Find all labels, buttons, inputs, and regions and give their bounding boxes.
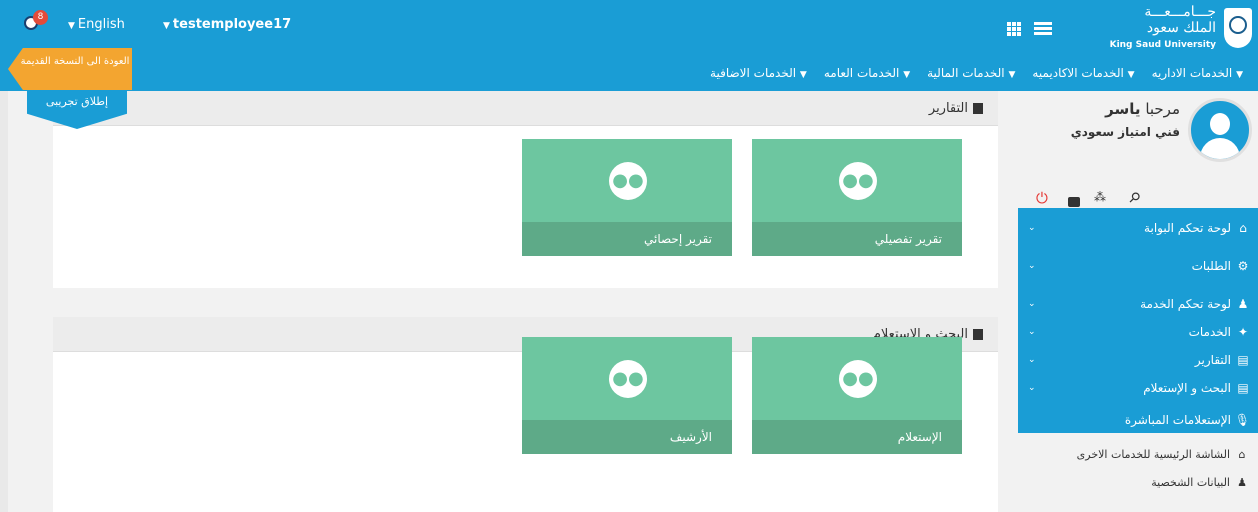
chevron-down-icon: ⌄ bbox=[1028, 383, 1036, 393]
chevron-down-icon: ⌄ bbox=[1028, 355, 1036, 365]
top-header: 8 ▼ English ▼ testemployee17 جـــامـــعـــ… bbox=[0, 0, 1258, 91]
hierarchy-icon[interactable]: ⁂ bbox=[1094, 190, 1106, 204]
sidebar-item-live-inquiries[interactable]: 🎙الإستعلامات المباشرة bbox=[1018, 406, 1258, 434]
wrench-icon: ✦ bbox=[1237, 325, 1249, 339]
main-content: التقارير ●● تقرير تفصيلي ●● تقرير إحصائي… bbox=[8, 91, 998, 512]
tile-label: تقرير تفصيلي bbox=[752, 222, 962, 256]
notification-count-badge: 8 bbox=[33, 10, 48, 25]
caret-down-icon: ▼ bbox=[68, 21, 75, 31]
tile-archive[interactable]: ●● الأرشيف bbox=[522, 337, 732, 454]
logo-english-text: King Saud University bbox=[1109, 40, 1216, 50]
sidebar-item-search-inquiry[interactable]: ▤البحث و الإستعلام ⌄ bbox=[1018, 374, 1258, 402]
users-icon: ●● bbox=[609, 162, 647, 200]
sidebar-item-reports[interactable]: ▤التقارير ⌄ bbox=[1018, 346, 1258, 374]
gears-icon: ⚙ bbox=[1237, 259, 1249, 273]
home-icon: ⌂ bbox=[1238, 448, 1246, 461]
logo-arabic-text: جـــامـــعـــة الملك سعود bbox=[1144, 4, 1216, 36]
users-icon: ●● bbox=[609, 360, 647, 398]
old-version-button[interactable]: العودة الى النسخة القديمة bbox=[8, 48, 132, 90]
reports-panel: التقارير ●● تقرير تفصيلي ●● تقرير إحصائي bbox=[53, 91, 998, 288]
tile-label: تقرير إحصائي bbox=[522, 222, 732, 256]
caret-down-icon: ▼ bbox=[163, 21, 170, 31]
greeting: مرحبا ياسر bbox=[1055, 100, 1180, 118]
nav-financial-services[interactable]: الخدمات المالية ▼ bbox=[927, 66, 1018, 80]
home-icon: ⌂ bbox=[1239, 221, 1247, 235]
document-icon: ▤ bbox=[1237, 353, 1249, 367]
sidebar-item-service-dashboard[interactable]: ♟لوحة تحكم الخدمة ⌄ bbox=[1018, 290, 1258, 318]
username-label: testemployee17 bbox=[172, 17, 292, 32]
tile-statistical-report[interactable]: ●● تقرير إحصائي bbox=[522, 139, 732, 256]
sidebar-sub-other-services-home[interactable]: ⌂الشاشة الرئيسية للخدمات الاخرى bbox=[1018, 442, 1258, 468]
nav-academic-services[interactable]: الخدمات الاكاديميه ▼ bbox=[1032, 66, 1137, 80]
chevron-down-icon: ⌄ bbox=[1028, 299, 1036, 309]
university-crest-icon bbox=[1224, 8, 1252, 48]
main-navigation: الخدمات الاداريه ▼ الخدمات الاكاديميه ▼ … bbox=[710, 66, 1246, 80]
nav-general-services[interactable]: الخدمات العامه ▼ bbox=[824, 66, 913, 80]
microphone-icon: 🎙 bbox=[1234, 413, 1250, 427]
chevron-down-icon: ⌄ bbox=[1028, 223, 1036, 233]
avatar bbox=[1188, 98, 1252, 162]
user-dropdown[interactable]: ▼ testemployee17 bbox=[163, 17, 291, 32]
nav-admin-services[interactable]: الخدمات الاداريه ▼ bbox=[1152, 66, 1246, 80]
chevron-down-icon: ⌄ bbox=[1028, 327, 1036, 337]
language-label: English bbox=[77, 17, 125, 32]
user-name: ياسر bbox=[1105, 100, 1141, 118]
reports-title: التقارير bbox=[928, 101, 968, 116]
hamburger-menu-icon[interactable] bbox=[1034, 22, 1052, 36]
document-icon bbox=[973, 103, 983, 114]
sidebar-item-portal-dashboard[interactable]: ⌂لوحة تحكم البوابة ⌄ bbox=[1018, 214, 1258, 242]
sidebar-item-requests[interactable]: ⚙الطلبات ⌄ bbox=[1018, 252, 1258, 280]
users-icon: ●● bbox=[839, 360, 877, 398]
tile-label: الأرشيف bbox=[522, 420, 732, 454]
language-dropdown[interactable]: ▼ English bbox=[68, 17, 125, 32]
user-icon: ♟ bbox=[1237, 476, 1247, 489]
apps-grid-icon[interactable] bbox=[1007, 22, 1021, 36]
sidebar-item-services[interactable]: ✦الخدمات ⌄ bbox=[1018, 318, 1258, 346]
document-icon bbox=[973, 329, 983, 340]
tile-inquiry[interactable]: ●● الإستعلام bbox=[752, 337, 962, 454]
user-icon: ♟ bbox=[1237, 297, 1249, 311]
sidebar-sub-personal-data[interactable]: ♟البيانات الشخصية bbox=[1018, 470, 1258, 496]
users-icon: ●● bbox=[839, 162, 877, 200]
reports-panel-header: التقارير bbox=[53, 91, 998, 126]
notifications-button[interactable]: 8 bbox=[24, 10, 50, 36]
search-panel: البحث و الإستعلام ●● الإستعلام ●● الأرشي… bbox=[53, 317, 998, 512]
document-icon: ▤ bbox=[1237, 381, 1249, 395]
logout-power-icon[interactable]: ⏻ bbox=[1036, 189, 1048, 207]
user-role: فني امتياز سعودي bbox=[1070, 125, 1180, 139]
sidebar-nav: ⌂لوحة تحكم البوابة ⌄ ⚙الطلبات ⌄ ♟لوحة تحكم… bbox=[1018, 208, 1258, 433]
greeting-prefix: مرحبا bbox=[1145, 100, 1180, 118]
tile-detailed-report[interactable]: ●● تقرير تفصيلي bbox=[752, 139, 962, 256]
lock-icon[interactable] bbox=[1068, 197, 1080, 207]
tile-label: الإستعلام bbox=[752, 420, 962, 454]
chevron-down-icon: ⌄ bbox=[1028, 261, 1036, 271]
nav-additional-services[interactable]: الخدمات الاضافية ▼ bbox=[710, 66, 810, 80]
